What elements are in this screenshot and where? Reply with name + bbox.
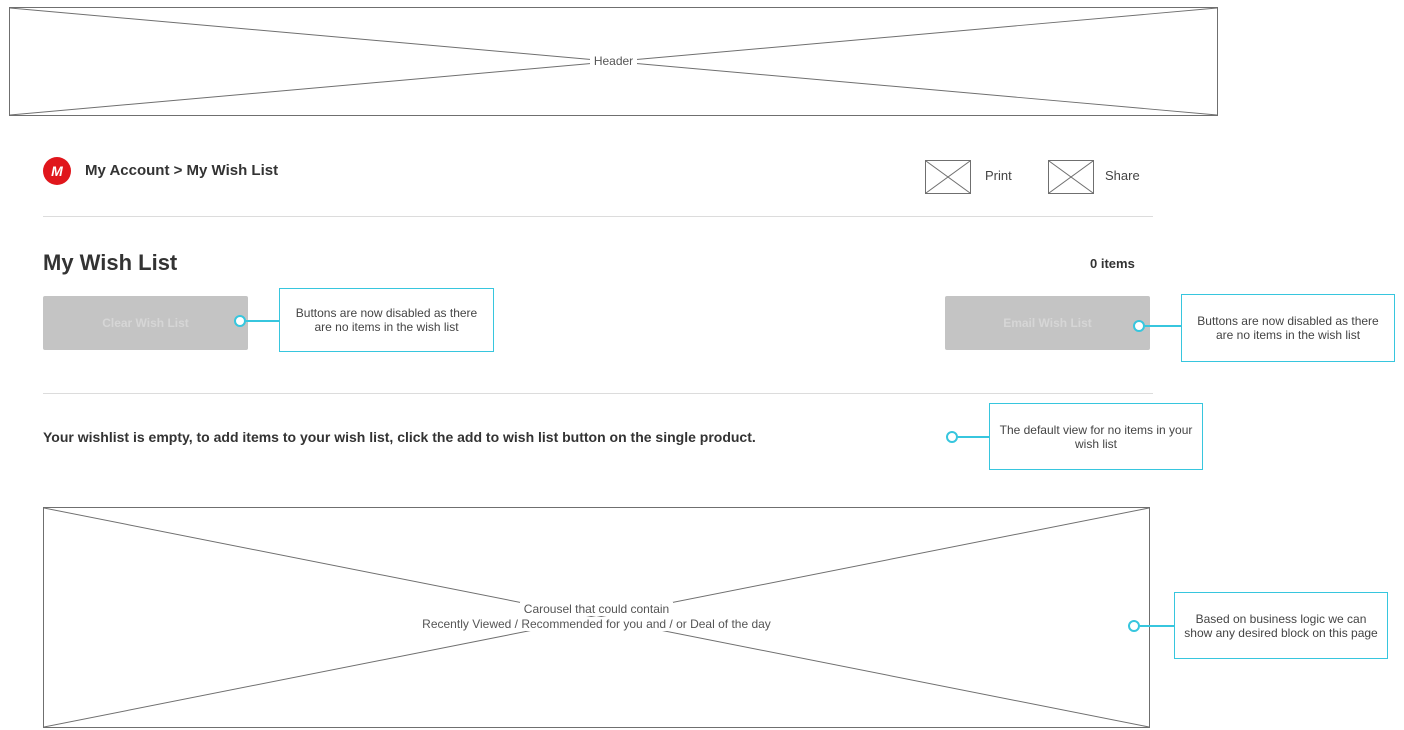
header-label: Header	[589, 54, 638, 68]
carousel-placeholder: Carousel that could contain Recently Vie…	[43, 507, 1150, 728]
breadcrumb[interactable]: My Account > My Wish List	[85, 162, 278, 179]
clear-wish-list-button[interactable]: Clear Wish List	[43, 296, 248, 350]
print-icon[interactable]	[925, 160, 971, 194]
annotation-connector	[958, 436, 989, 438]
brand-logo[interactable]: M	[43, 157, 71, 185]
annotation-marker	[946, 431, 958, 443]
annotation-empty-view: The default view for no items in your wi…	[989, 403, 1203, 470]
annotation-buttons-right: Buttons are now disabled as there are no…	[1181, 294, 1395, 362]
annotation-carousel: Based on business logic we can show any …	[1174, 592, 1388, 659]
divider	[43, 393, 1153, 394]
share-button[interactable]: Share	[1105, 168, 1140, 183]
print-button[interactable]: Print	[985, 168, 1012, 183]
divider	[43, 216, 1153, 217]
annotation-marker	[234, 315, 246, 327]
annotation-connector	[1145, 325, 1181, 327]
annotation-connector	[246, 320, 279, 322]
annotation-marker	[1133, 320, 1145, 332]
annotation-marker	[1128, 620, 1140, 632]
annotation-buttons-left: Buttons are now disabled as there are no…	[279, 288, 494, 352]
annotation-connector	[1140, 625, 1174, 627]
page-title: My Wish List	[43, 250, 178, 275]
email-wish-list-button[interactable]: Email Wish List	[945, 296, 1150, 350]
carousel-label-line2: Recently Viewed / Recommended for you an…	[418, 617, 775, 631]
item-count: 0 items	[1090, 256, 1135, 271]
header-placeholder: Header	[9, 7, 1218, 116]
empty-wishlist-message: Your wishlist is empty, to add items to …	[43, 429, 756, 445]
share-icon[interactable]	[1048, 160, 1094, 194]
carousel-label-line1: Carousel that could contain	[519, 602, 674, 616]
